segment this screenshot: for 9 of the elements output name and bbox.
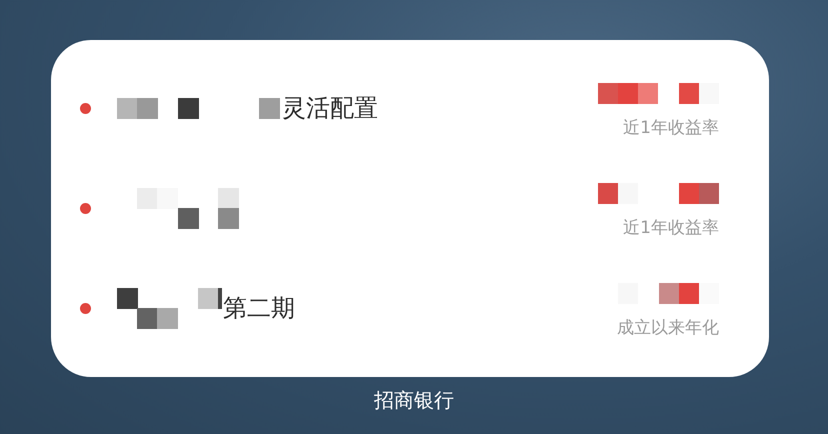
widget-label: 招商银行: [374, 387, 454, 414]
fund-name: 灵活配置: [282, 93, 378, 124]
bullet-dot: [80, 202, 91, 214]
bullet-dot: [80, 302, 91, 314]
return-caption: 近1年收益率: [623, 117, 719, 139]
return-caption: 近1年收益率: [623, 217, 719, 239]
fund-name: 第二期: [223, 293, 295, 324]
bullet-dot: [80, 102, 91, 114]
return-caption: 成立以来年化: [617, 317, 719, 339]
